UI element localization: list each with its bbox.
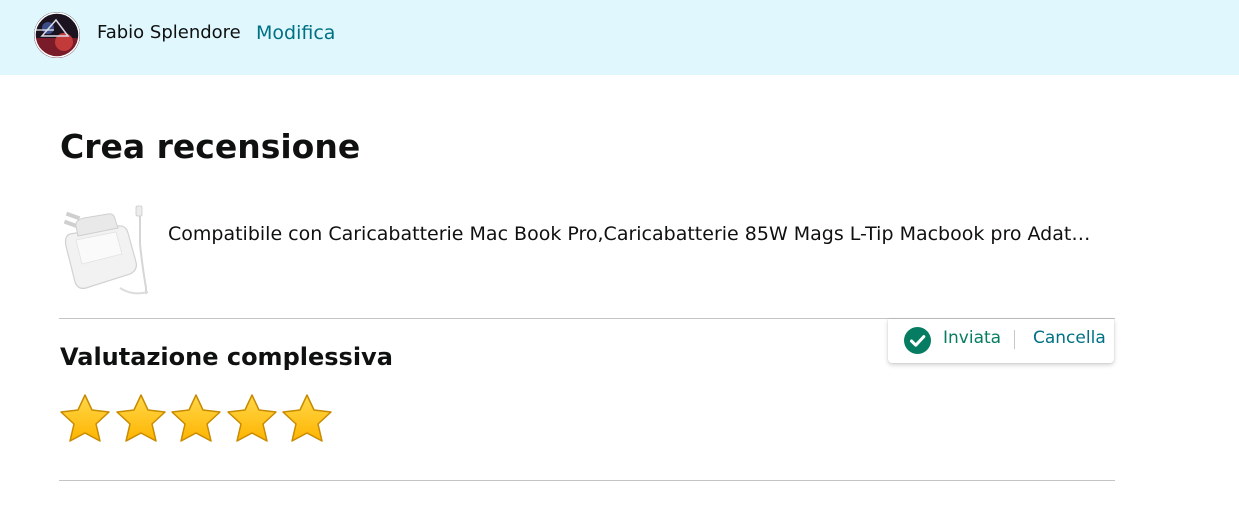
star-rating [58, 393, 338, 443]
star-3-icon[interactable] [169, 393, 223, 443]
overall-rating-title: Valutazione complessiva [60, 343, 393, 371]
status-label: Inviata [943, 328, 1002, 348]
star-4-icon[interactable] [225, 393, 279, 443]
product-title: Compatibile con Caricabatterie Mac Book … [168, 223, 1091, 245]
star-2-icon[interactable] [114, 393, 168, 443]
header-bar: Fabio Splendore Modifica [0, 0, 1239, 75]
divider [59, 480, 1115, 481]
avatar[interactable] [34, 12, 80, 58]
edit-profile-link[interactable]: Modifica [256, 22, 335, 44]
check-circle-icon [904, 327, 931, 354]
power-adapter-icon [60, 204, 152, 296]
star-1-icon[interactable] [58, 393, 112, 443]
page-title: Crea recensione [60, 127, 361, 166]
star-5-icon[interactable] [280, 393, 334, 443]
submission-status-popover: Inviata Cancella [888, 319, 1114, 363]
product-image [60, 204, 152, 296]
user-name: Fabio Splendore [97, 22, 241, 43]
avatar-image [34, 12, 80, 58]
separator [1014, 330, 1015, 349]
cancel-link[interactable]: Cancella [1033, 328, 1106, 348]
